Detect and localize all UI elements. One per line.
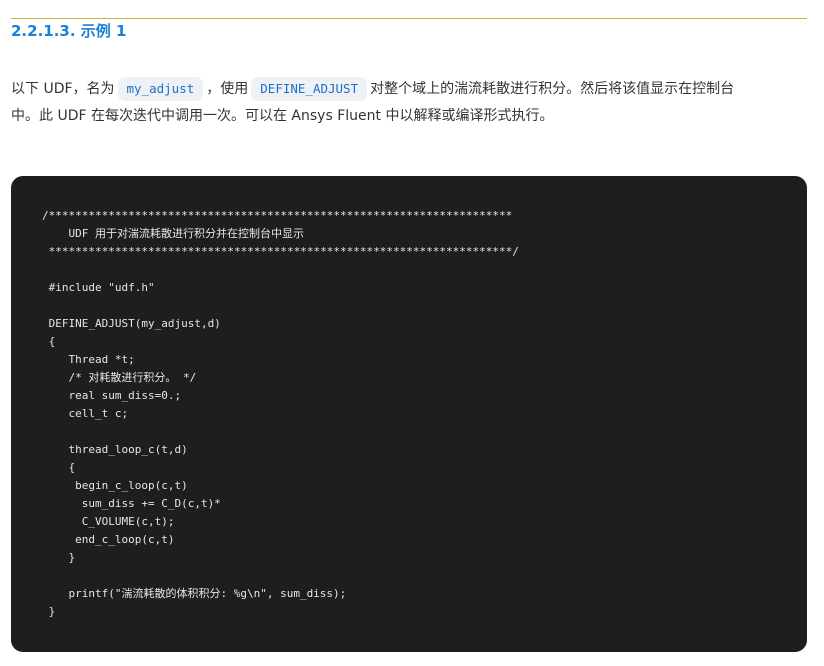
paragraph-text-2: ，使用 bbox=[206, 81, 249, 97]
code-line: /* 对耗散进行积分。 */ bbox=[42, 371, 197, 384]
paragraph-line-1: 以下 UDF，名为 my_adjust ，使用 DEFINE_ADJUST 对整个域上的… bbox=[11, 76, 811, 103]
code-line: } bbox=[42, 551, 76, 564]
code-line: { bbox=[42, 335, 56, 348]
code-line: ****************************************… bbox=[42, 245, 519, 258]
paragraph-text-1: 以下 UDF，名为 bbox=[11, 81, 115, 97]
code-listing: /***************************************… bbox=[42, 207, 807, 621]
code-line: cell_t c; bbox=[42, 407, 129, 420]
code-block: /***************************************… bbox=[11, 176, 807, 652]
section-top-rule bbox=[11, 18, 807, 19]
paragraph-text-3: 对整个域上的湍流耗散进行积分。然后将该值显示在控制台 bbox=[370, 81, 735, 97]
code-line: { bbox=[42, 461, 76, 474]
section-title: 示例 1 bbox=[80, 22, 127, 40]
code-line: sum_diss += C_D(c,t)* bbox=[42, 497, 221, 510]
code-line: DEFINE_ADJUST(my_adjust,d) bbox=[42, 317, 221, 330]
paragraph-line-2: 中。此 UDF 在每次迭代中调用一次。可以在 Ansys Fluent 中以解释… bbox=[11, 108, 554, 124]
inline-code-my-adjust: my_adjust bbox=[117, 77, 204, 101]
code-line: begin_c_loop(c,t) bbox=[42, 479, 188, 492]
section-number: 2.2.1.3. bbox=[11, 22, 76, 40]
code-line: } bbox=[42, 605, 56, 618]
code-line: printf("湍流耗散的体积积分: %g\n", sum_diss); bbox=[42, 587, 347, 600]
code-line: #include "udf.h" bbox=[42, 281, 155, 294]
section-heading: 2.2.1.3. 示例 1 bbox=[11, 20, 126, 42]
description-paragraph: 以下 UDF，名为 my_adjust ，使用 DEFINE_ADJUST 对整个域上的… bbox=[11, 76, 811, 130]
code-line: real sum_diss=0.; bbox=[42, 389, 182, 402]
code-line: end_c_loop(c,t) bbox=[42, 533, 175, 546]
code-line: Thread *t; bbox=[42, 353, 135, 366]
code-line: thread_loop_c(t,d) bbox=[42, 443, 188, 456]
code-line: /***************************************… bbox=[42, 209, 513, 222]
code-line: UDF 用于对湍流耗散进行积分并在控制台中显示 bbox=[42, 227, 304, 240]
code-line: C_VOLUME(c,t); bbox=[42, 515, 175, 528]
inline-code-define-adjust: DEFINE_ADJUST bbox=[251, 77, 368, 101]
